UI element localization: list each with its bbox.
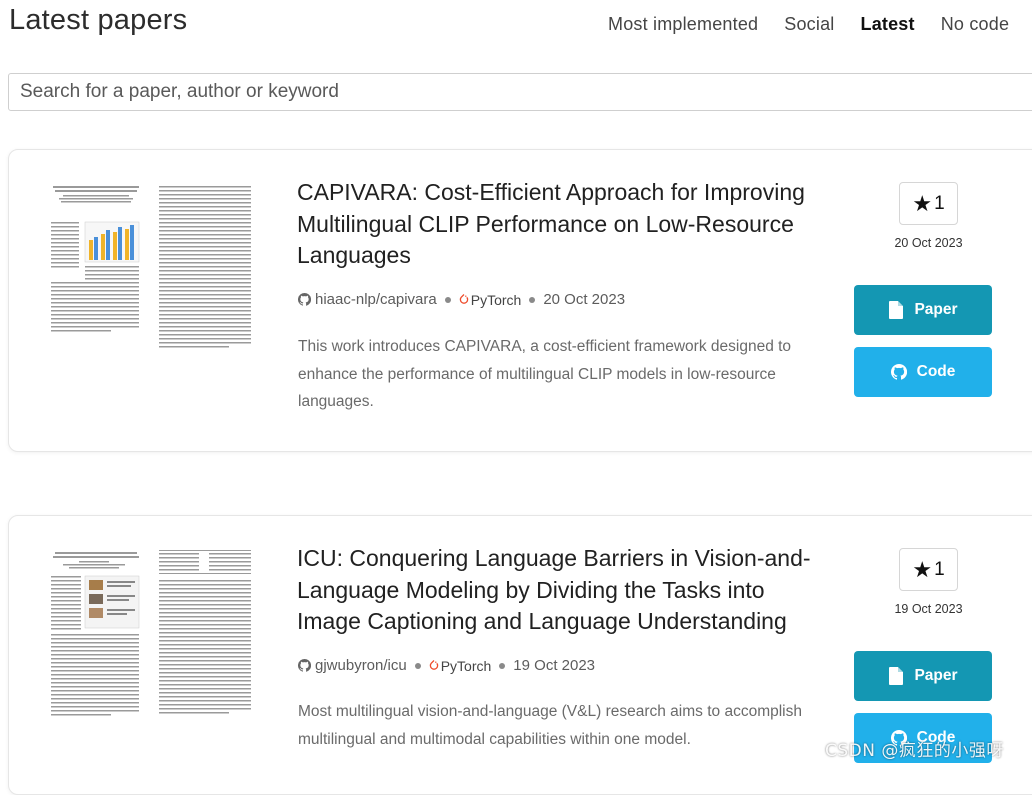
nav-social[interactable]: Social	[784, 14, 834, 35]
paper-date: 19 Oct 2023	[513, 657, 596, 674]
pytorch-icon	[429, 659, 438, 670]
framework-label: PyTorch	[440, 657, 492, 674]
paper-meta: gjwubyron/icu PyTorch 19 Oct 2023	[298, 657, 595, 674]
search-input[interactable]	[8, 73, 1032, 111]
paper-title[interactable]: ICU: Conquering Language Barriers in Vis…	[297, 543, 817, 638]
star-date: 19 Oct 2023	[894, 602, 963, 616]
paper-card: CAPIVARA: Cost-Efficient Approach for Im…	[8, 149, 1032, 452]
paper-thumbnail[interactable]	[49, 548, 254, 723]
paper-button[interactable]: Paper	[854, 285, 992, 335]
paper-title[interactable]: CAPIVARA: Cost-Efficient Approach for Im…	[297, 177, 817, 272]
nav-most-implemented[interactable]: Most implemented	[608, 14, 758, 35]
github-icon	[298, 659, 311, 672]
separator-dot	[499, 662, 506, 669]
paper-abstract: This work introduces CAPIVARA, a cost-ef…	[298, 338, 792, 410]
code-button[interactable]: Code	[854, 347, 992, 397]
paper-thumbnail-image	[49, 182, 254, 357]
paper-abstract: Most multilingual vision-and-language (V…	[298, 703, 802, 748]
repo-link[interactable]: hiaac-nlp/capivara	[315, 291, 437, 308]
github-icon	[298, 293, 311, 306]
paper-button-label: Paper	[914, 301, 958, 318]
paper-button-label: Paper	[914, 667, 958, 684]
paper-thumbnail[interactable]	[49, 182, 254, 357]
separator-dot	[444, 296, 451, 303]
star-button[interactable]: ★ 1	[899, 182, 958, 225]
star-date: 20 Oct 2023	[894, 236, 963, 250]
star-icon: ★	[912, 190, 933, 216]
star-icon: ★	[912, 556, 933, 582]
nav-no-code[interactable]: No code	[941, 14, 1009, 35]
paper-thumbnail-image	[49, 548, 254, 723]
code-button-label: Code	[916, 363, 956, 380]
pytorch-icon	[459, 293, 468, 304]
repo-link[interactable]: gjwubyron/icu	[315, 657, 407, 674]
watermark: CSDN @疯狂的小强呀	[825, 741, 1004, 761]
paper-date: 20 Oct 2023	[543, 291, 626, 308]
nav-latest[interactable]: Latest	[861, 14, 915, 35]
document-icon	[889, 667, 904, 685]
document-icon	[889, 301, 904, 319]
github-icon	[890, 363, 907, 380]
star-count: 1	[934, 558, 945, 580]
separator-dot	[529, 296, 536, 303]
paper-button[interactable]: Paper	[854, 651, 992, 701]
page-title: Latest papers	[9, 4, 188, 36]
sort-nav: Most implemented Social Latest No code	[608, 14, 1009, 35]
star-button[interactable]: ★ 1	[899, 548, 958, 591]
framework-label: PyTorch	[470, 291, 522, 308]
paper-meta: hiaac-nlp/capivara PyTorch 20 Oct 2023	[298, 291, 625, 308]
star-count: 1	[934, 192, 945, 214]
separator-dot	[414, 662, 421, 669]
